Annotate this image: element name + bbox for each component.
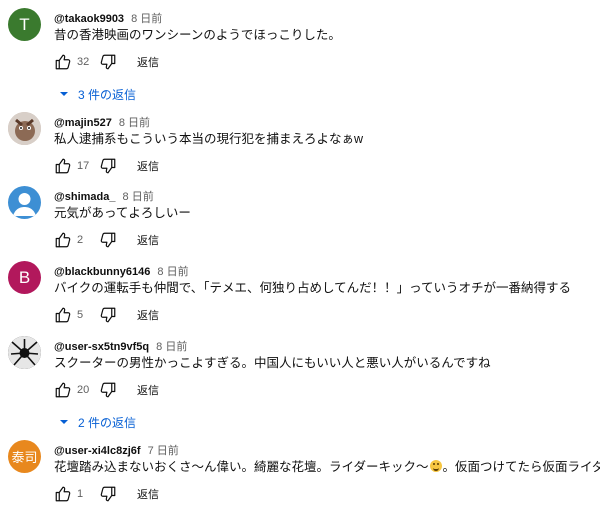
like-icon[interactable] [54, 306, 72, 324]
avatar-letter: B [18, 267, 31, 287]
comment-actions: 2 返信 [54, 231, 159, 249]
dislike-icon[interactable] [99, 306, 117, 324]
view-replies-button[interactable]: 2 件の返信 [58, 413, 136, 431]
comment-author[interactable]: @shimada_ [54, 191, 115, 203]
smiling-face-with-sweat-icon [429, 460, 442, 472]
comment-text: 元気があってよろしいー [54, 206, 191, 220]
comment-text: 花壇踏み込まないおくさ〜ん偉い。綺麗な花壇。ライダーキック〜 。仮面つけてたら仮面… [54, 458, 600, 476]
avatar[interactable]: B [8, 261, 41, 294]
reply-button[interactable]: 返信 [137, 232, 159, 248]
comment-actions: 32 返信 [54, 53, 159, 71]
dislike-icon[interactable] [99, 53, 117, 71]
comment-time[interactable]: 8 日前 [157, 266, 188, 278]
dislike-icon[interactable] [99, 381, 117, 399]
like-icon[interactable] [54, 53, 72, 71]
like-icon[interactable] [54, 381, 72, 399]
avatar[interactable]: T [8, 8, 41, 41]
like-icon[interactable] [54, 231, 72, 249]
comment-text-part: 花壇踏み込まないおくさ〜ん偉い。綺麗な花壇。ライダーキック〜 [54, 460, 429, 474]
comment-author[interactable]: @user-xi4lc8zj6f [54, 445, 141, 457]
comment-header: @majin527 8 日前 [54, 114, 150, 129]
comment-time[interactable]: 8 日前 [156, 341, 187, 353]
comment-header: @blackbunny6146 8 日前 [54, 263, 189, 278]
comment-text-part: 。仮面つけてたら仮面ライダー [442, 460, 600, 474]
dislike-icon[interactable] [99, 157, 117, 175]
chevron-down-icon [58, 88, 70, 100]
comment-time[interactable]: 8 日前 [119, 117, 150, 129]
comment-header: @user-xi4lc8zj6f 7 日前 [54, 442, 179, 457]
like-count: 5 [77, 309, 84, 321]
reply-button[interactable]: 返信 [137, 307, 159, 323]
comment-actions: 1 返信 [54, 485, 159, 503]
avatar-letter: 泰司 [11, 450, 38, 465]
comment-author[interactable]: @majin527 [54, 117, 112, 129]
avatar[interactable]: 泰司 [8, 440, 41, 473]
avatar-photo [8, 336, 41, 369]
comment-author[interactable]: @takaok9903 [54, 13, 124, 25]
comment-text: 昔の香港映画のワンシーンのようでほっこりした。 [54, 28, 341, 42]
like-count: 32 [77, 56, 90, 68]
like-count: 20 [77, 384, 90, 396]
comment-author[interactable]: @blackbunny6146 [54, 266, 150, 278]
comment-header: @takaok9903 8 日前 [54, 10, 162, 25]
like-icon[interactable] [54, 157, 72, 175]
chevron-down-icon [58, 416, 70, 428]
comment-time[interactable]: 7 日前 [148, 445, 179, 457]
comment-header: @user-sx5tn9vf5q 8 日前 [54, 338, 187, 353]
comment-actions: 20 返信 [54, 381, 159, 399]
reply-button[interactable]: 返信 [137, 486, 159, 502]
comment-actions: 5 返信 [54, 306, 159, 324]
avatar[interactable] [8, 186, 41, 219]
comment-time[interactable]: 8 日前 [131, 13, 162, 25]
comment-text: スクーターの男性かっこよすぎる。中国人にもいい人と悪い人がいるんですね [54, 356, 491, 370]
view-replies-button[interactable]: 3 件の返信 [58, 85, 136, 103]
comment-time[interactable]: 8 日前 [123, 191, 154, 203]
comment-actions: 17 返信 [54, 157, 159, 175]
dislike-icon[interactable] [99, 485, 117, 503]
avatar[interactable] [8, 112, 41, 145]
replies-label: 2 件の返信 [78, 415, 137, 430]
reply-button[interactable]: 返信 [137, 382, 159, 398]
avatar-letter: T [19, 14, 30, 34]
reply-button[interactable]: 返信 [137, 54, 159, 70]
avatar-photo [8, 112, 41, 145]
reply-button[interactable]: 返信 [137, 158, 159, 174]
like-count: 1 [77, 488, 84, 500]
like-count: 17 [77, 160, 90, 172]
like-count: 2 [77, 234, 84, 246]
comment-text: バイクの運転手も仲間で、「テメエ、何独り占めしてんだ！！」っていうオチが一番納得… [54, 281, 572, 295]
comment-header: @shimada_ 8 日前 [54, 188, 154, 203]
dislike-icon[interactable] [99, 231, 117, 249]
replies-label: 3 件の返信 [78, 87, 137, 102]
avatar[interactable] [8, 336, 41, 369]
comment-author[interactable]: @user-sx5tn9vf5q [54, 341, 149, 353]
default-user-icon [13, 193, 36, 216]
like-icon[interactable] [54, 485, 72, 503]
comment-text: 私人逮捕系もこういう本当の現行犯を捕まえろよなぁw [54, 132, 364, 146]
